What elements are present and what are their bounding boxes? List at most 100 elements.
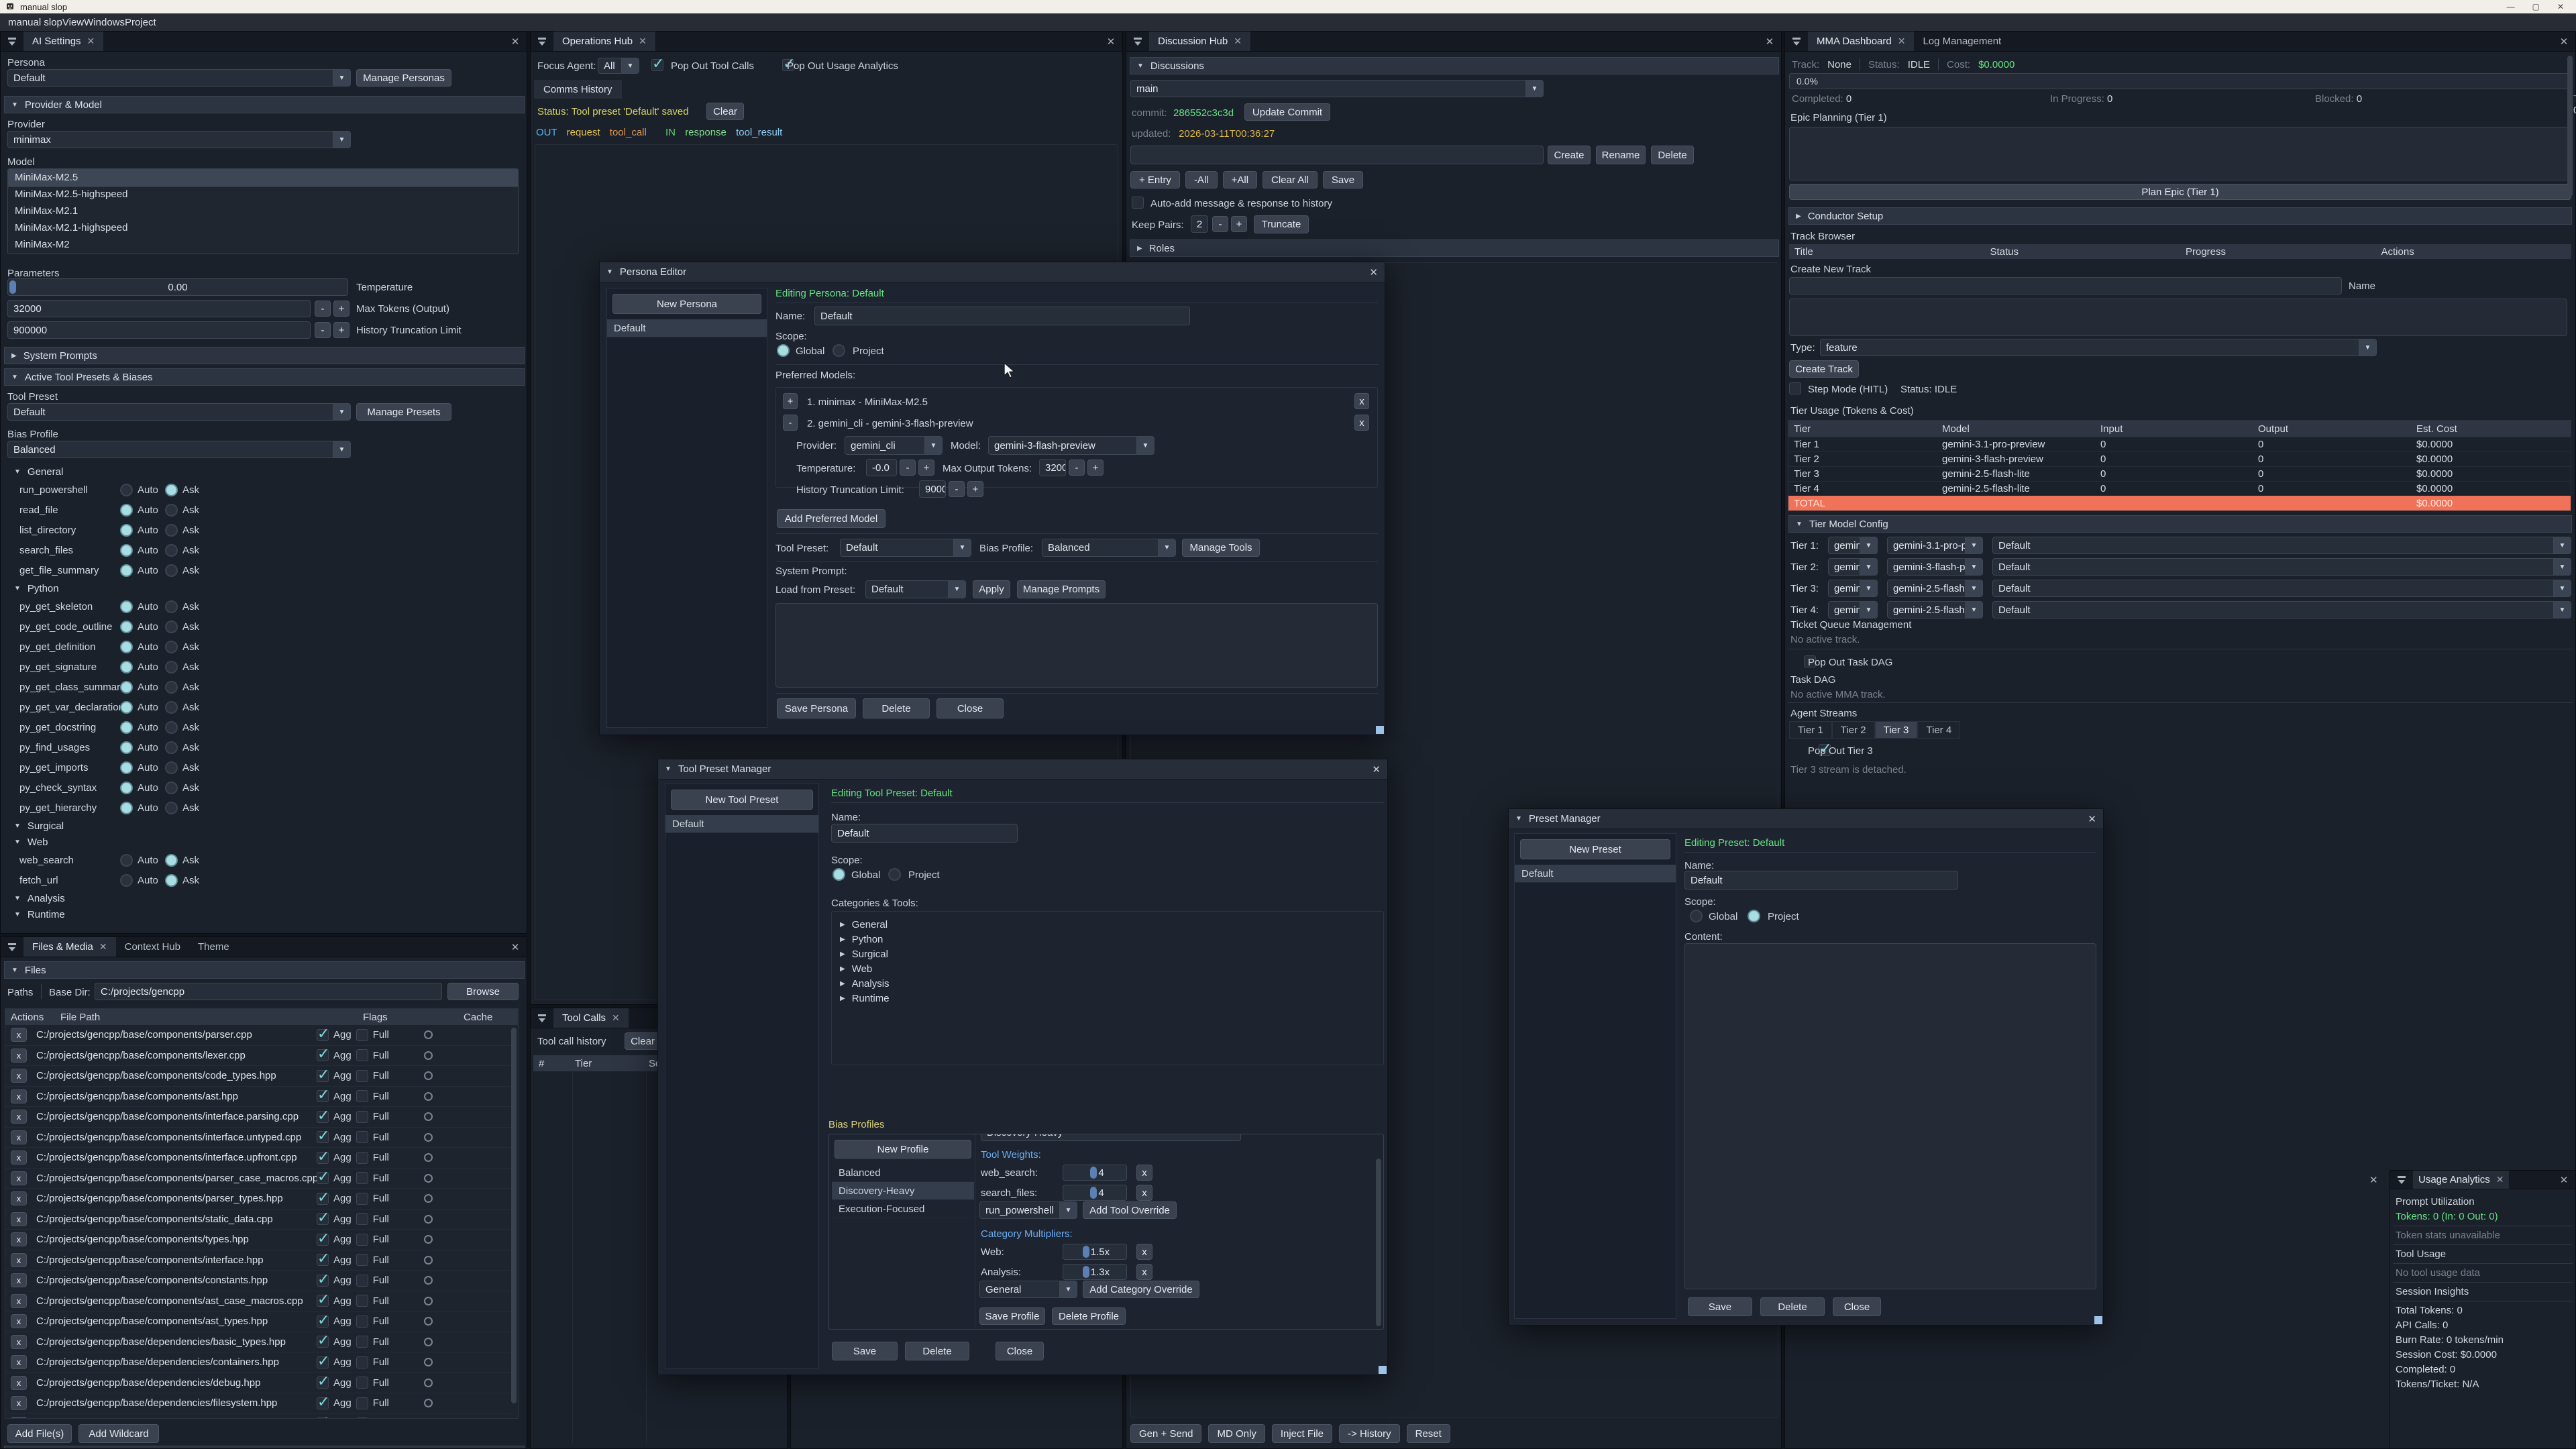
pm-history-increment[interactable]: + <box>967 481 983 497</box>
pe-tool-preset-select[interactable]: Default▼ <box>840 539 971 557</box>
weight-slider[interactable]: 4 <box>1063 1185 1127 1201</box>
agg-checkbox[interactable] <box>317 1254 329 1266</box>
tab-usage-analytics[interactable]: Usage Analytics✕ <box>2413 1171 2509 1189</box>
resize-grip[interactable] <box>1379 1366 1387 1374</box>
full-checkbox[interactable] <box>356 1131 368 1143</box>
ask-radio[interactable] <box>165 741 178 754</box>
remove-file-button[interactable]: x <box>11 1110 27 1124</box>
persona-name-input[interactable]: Default <box>814 307 1190 325</box>
history-button[interactable]: -> History <box>1339 1424 1400 1443</box>
remove-file-button[interactable]: x <box>11 1376 27 1390</box>
tier-model-select[interactable]: gemini-3.1-pro-p▼ <box>1887 537 1983 554</box>
tier-provider-select[interactable]: gemini▼ <box>1828 580 1878 597</box>
tab-close-icon[interactable]: ✕ <box>99 941 107 953</box>
base-dir-input[interactable]: C:/projects/gencpp <box>95 983 442 1000</box>
bias-profile-item[interactable]: Execution-Focused <box>832 1200 974 1218</box>
minimize-icon[interactable]: — <box>2507 2 2515 11</box>
clear-tool-calls-button[interactable]: Clear <box>625 1032 661 1050</box>
agg-checkbox[interactable] <box>317 1417 329 1418</box>
menu-project[interactable]: Project <box>125 17 156 28</box>
tier-preset-select[interactable]: Default▼ <box>1992 580 2571 597</box>
weight-slider[interactable]: 1.5x <box>1063 1244 1127 1260</box>
create-discussion-button[interactable]: Create <box>1548 146 1591 164</box>
remove-weight-button[interactable]: x <box>1136 1264 1152 1280</box>
tpm-save-button[interactable]: Save <box>832 1342 898 1360</box>
ask-radio[interactable] <box>165 782 178 794</box>
keep-pairs-input[interactable]: 2 <box>1191 215 1208 233</box>
stream-tab-tier-1[interactable]: Tier 1 <box>1789 721 1832 739</box>
full-checkbox[interactable] <box>356 1172 368 1184</box>
panel-close-icon[interactable]: ✕ <box>504 937 527 957</box>
reset-button[interactable]: Reset <box>1407 1424 1450 1443</box>
new-preset-button[interactable]: New Preset <box>1520 839 1670 859</box>
full-checkbox[interactable] <box>356 1275 368 1287</box>
full-checkbox[interactable] <box>356 1070 368 1082</box>
browse-button[interactable]: Browse <box>447 983 519 1000</box>
pm-history-decrement[interactable]: - <box>949 481 965 497</box>
panel-close-icon[interactable]: ✕ <box>504 32 527 51</box>
bias-box-scrollbar[interactable] <box>1376 1159 1381 1326</box>
full-checkbox[interactable] <box>356 1295 368 1307</box>
tab-tool-calls[interactable]: Tool Calls✕ <box>553 1008 629 1028</box>
agg-checkbox[interactable] <box>317 1111 329 1123</box>
remove-file-button[interactable]: x <box>11 1028 27 1042</box>
pm-titlebar[interactable]: ▼Preset Manager✕ <box>1509 809 2103 829</box>
tpm-delete-button[interactable]: Delete <box>905 1342 969 1360</box>
agg-checkbox[interactable] <box>317 1213 329 1225</box>
provider-select[interactable]: minimax▼ <box>7 131 351 148</box>
pm-provider-select[interactable]: gemini_cli▼ <box>845 436 943 455</box>
epic-planning-textarea[interactable] <box>1789 127 2571 180</box>
model-option[interactable]: MiniMax-M2.5-highspeed <box>8 186 518 203</box>
full-checkbox[interactable] <box>356 1316 368 1328</box>
move-down-button[interactable]: - <box>783 415 798 431</box>
remove-file-button[interactable]: x <box>11 1069 27 1083</box>
agg-checkbox[interactable] <box>317 1049 329 1061</box>
pm-scope-project-radio[interactable] <box>1748 910 1760 922</box>
remove-file-button[interactable]: x <box>11 1314 27 1328</box>
tab-files-media[interactable]: Files & Media✕ <box>23 937 116 957</box>
auto-radio[interactable] <box>120 874 133 887</box>
persona-editor-titlebar[interactable]: ▼Persona Editor✕ <box>600 262 1385 282</box>
model-option[interactable]: MiniMax-M2.1-highspeed <box>8 219 518 236</box>
panel-menu-icon[interactable] <box>1126 32 1149 51</box>
max-tokens-increment-button[interactable]: + <box>333 301 350 317</box>
full-checkbox[interactable] <box>356 1397 368 1409</box>
ask-radio[interactable] <box>165 544 178 557</box>
keep-pairs-decrement-button[interactable]: - <box>1212 216 1228 232</box>
remove-weight-button[interactable]: x <box>1136 1244 1152 1260</box>
screenshots-header[interactable]: ▶Screenshots <box>4 1446 525 1449</box>
pm-model-select[interactable]: gemini-3-flash-preview▼ <box>988 436 1155 455</box>
stream-tab-tier-2[interactable]: Tier 2 <box>1832 721 1875 739</box>
md-only-button[interactable]: MD Only <box>1208 1424 1265 1443</box>
pm-history-input[interactable]: 900000 <box>919 480 946 498</box>
tpm-scope-global-radio[interactable] <box>833 868 845 881</box>
agg-checkbox[interactable] <box>317 1336 329 1348</box>
clear-all-button[interactable]: Clear All <box>1263 171 1318 189</box>
auto-radio[interactable] <box>120 524 133 537</box>
add-category-override-button[interactable]: Add Category Override <box>1083 1281 1199 1298</box>
remove-file-button[interactable]: x <box>11 1171 27 1185</box>
stream-tab-tier-4[interactable]: Tier 4 <box>1917 721 1960 739</box>
persona-item[interactable]: Default <box>607 319 767 337</box>
panel-close-icon[interactable]: ✕ <box>1758 32 1781 51</box>
max-tokens-decrement-button[interactable]: - <box>315 301 331 317</box>
panel-close-icon[interactable]: ✕ <box>1099 32 1122 51</box>
panel-close-icon[interactable]: ✕ <box>2553 1171 2575 1189</box>
update-commit-button[interactable]: Update Commit <box>1244 103 1330 121</box>
temperature-slider[interactable]: 0.00 <box>7 278 348 296</box>
pm-delete-button[interactable]: Delete <box>1760 1297 1825 1316</box>
tpm-scope-project-radio[interactable] <box>888 868 901 881</box>
track-description-textarea[interactable] <box>1789 299 2567 336</box>
menu-view[interactable]: View <box>62 17 84 28</box>
history-limit-increment-button[interactable]: + <box>333 322 350 338</box>
new-persona-button[interactable]: New Persona <box>612 294 761 314</box>
ask-radio[interactable] <box>165 600 178 613</box>
panel-menu-icon[interactable] <box>1 32 23 51</box>
scope-global-radio[interactable] <box>777 344 790 357</box>
resize-grip[interactable] <box>1376 726 1384 734</box>
bias-profile-item[interactable]: Discovery-Heavy <box>832 1182 974 1200</box>
ask-radio[interactable] <box>165 524 178 537</box>
ask-radio[interactable] <box>165 761 178 774</box>
pm-content-textarea[interactable] <box>1684 943 2096 1289</box>
tool-group-header[interactable]: ▼Analysis <box>1 890 527 906</box>
